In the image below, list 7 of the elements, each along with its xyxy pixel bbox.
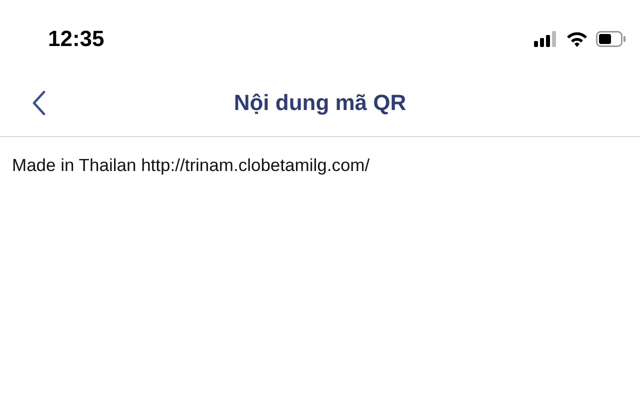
back-icon[interactable] bbox=[32, 90, 46, 116]
battery-icon bbox=[596, 31, 626, 47]
signal-icon bbox=[534, 31, 558, 47]
status-time: 12:35 bbox=[48, 26, 104, 52]
qr-content-text: Made in Thailan http://trinam.clobetamilg.com/ bbox=[12, 155, 371, 176]
wifi-icon bbox=[566, 31, 588, 47]
page-title: Nội dung mã QR bbox=[234, 90, 406, 116]
